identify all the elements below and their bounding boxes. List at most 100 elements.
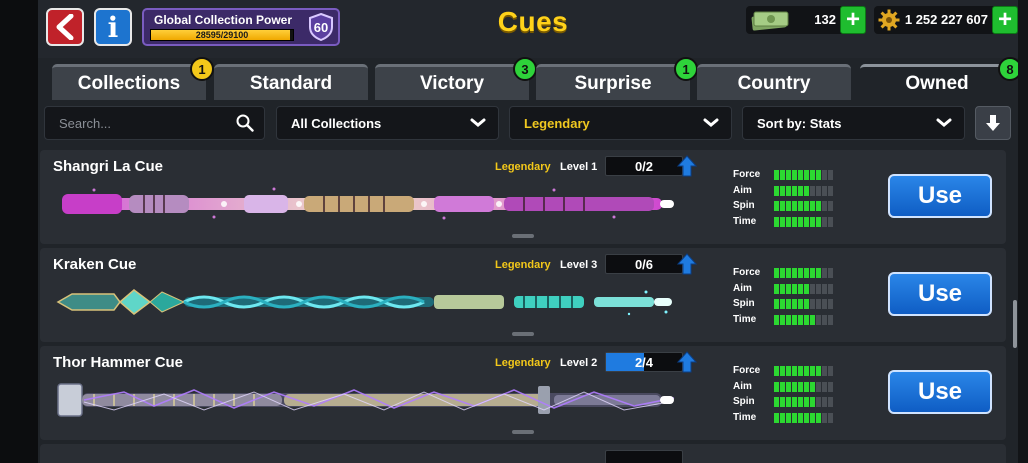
- sort-dropdown[interactable]: Sort by: Stats: [742, 106, 965, 140]
- stat-segment: [810, 170, 815, 180]
- stat-segment: [798, 283, 803, 294]
- stat-bar: [774, 170, 833, 180]
- stat-label: Aim: [733, 184, 752, 196]
- tab-country[interactable]: Country: [697, 64, 851, 100]
- add-coins-button[interactable]: +: [992, 6, 1018, 34]
- rarity-dropdown[interactable]: Legendary: [509, 106, 732, 140]
- collection-dropdown[interactable]: All Collections: [276, 106, 499, 140]
- tab-surprise[interactable]: Surprise 1: [536, 57, 698, 100]
- stat-segment: [780, 170, 785, 180]
- stat-label: Force: [733, 169, 761, 180]
- stat-segment: [792, 268, 797, 278]
- upgrade-arrow-icon[interactable]: [677, 351, 697, 373]
- stat-segment: [804, 412, 809, 423]
- stat-segment: [798, 314, 803, 325]
- stat-segment: [774, 268, 779, 278]
- search-icon: [236, 114, 254, 132]
- row-divider-handle: [512, 430, 534, 434]
- stat-segment: [798, 299, 803, 309]
- stat-segment: [792, 381, 797, 392]
- cue-row[interactable]: Kraken Cue Legendary Level 3 0/6 Force A…: [40, 248, 1006, 342]
- stat-segment: [804, 170, 809, 180]
- upgrade-pieces-count: 2/4: [634, 355, 654, 370]
- stat-segment: [774, 397, 779, 407]
- stat-segment: [810, 268, 815, 278]
- stat-label: Time: [733, 215, 757, 227]
- add-cash-button[interactable]: +: [840, 6, 866, 34]
- tab-victory[interactable]: Victory 3: [375, 57, 537, 100]
- stat-segment: [792, 283, 797, 294]
- stat-segment: [780, 381, 785, 392]
- stat-segment: [774, 299, 779, 309]
- stat-segment: [816, 412, 821, 423]
- cues-screen: i Global Collection Power 28595/29100 60…: [38, 0, 1018, 463]
- stat-segment: [816, 381, 821, 392]
- stat-segment: [816, 366, 821, 376]
- header: i Global Collection Power 28595/29100 60…: [38, 0, 1018, 58]
- stat-segment: [780, 314, 785, 325]
- stat-segment: [828, 412, 833, 423]
- stat-segment: [780, 201, 785, 211]
- stat-segment: [774, 185, 779, 196]
- cue-rarity: Legendary: [495, 161, 551, 173]
- stat-segment: [774, 283, 779, 294]
- stat-segment: [822, 314, 827, 325]
- stat-segment: [822, 185, 827, 196]
- tab-owned[interactable]: Owned 8: [860, 57, 1018, 100]
- stat-segment: [828, 201, 833, 211]
- stat-segment: [816, 170, 821, 180]
- use-cue-button[interactable]: Use: [888, 174, 992, 218]
- stat-segment: [822, 299, 827, 309]
- stat-segment: [792, 314, 797, 325]
- cue-row[interactable]: Shangri La Cue Legendary Level 1 0/2 For…: [40, 150, 1006, 244]
- stat-bar: [774, 381, 833, 392]
- stat-segment: [774, 412, 779, 423]
- use-cue-button[interactable]: Use: [888, 272, 992, 316]
- stat-segment: [828, 381, 833, 392]
- tab-standard[interactable]: Standard: [214, 64, 368, 100]
- upgrade-pieces-bar: 0/6: [605, 254, 683, 274]
- cue-name: Thor Hammer Cue: [53, 354, 184, 371]
- stat-segment: [810, 283, 815, 294]
- sort-direction-button[interactable]: [975, 106, 1011, 140]
- stat-segment: [810, 366, 815, 376]
- stat-segment: [792, 412, 797, 423]
- stat-label: Force: [733, 365, 761, 376]
- stat-segment: [810, 314, 815, 325]
- stat-segment: [804, 216, 809, 227]
- stat-segment: [786, 366, 791, 376]
- tab-label: Victory: [419, 72, 485, 94]
- sort-value: Sort by: Stats: [757, 116, 842, 131]
- stat-segment: [774, 201, 779, 211]
- cue-row[interactable]: Thor Hammer Cue Legendary Level 2 2/4 Fo: [40, 346, 1006, 440]
- stat-segment: [798, 170, 803, 180]
- cue-row-partial[interactable]: [40, 444, 1006, 463]
- stat-segment: [822, 216, 827, 227]
- upgrade-arrow-icon[interactable]: [677, 253, 697, 275]
- cue-name: Shangri La Cue: [53, 158, 164, 175]
- tab-collections[interactable]: Collections 1: [52, 57, 214, 100]
- stat-segment: [780, 268, 785, 278]
- stat-segment: [804, 366, 809, 376]
- cash-counter: 132 +: [746, 6, 866, 34]
- stat-segment: [792, 216, 797, 227]
- stat-segment: [804, 185, 809, 196]
- row-divider-handle: [512, 332, 534, 336]
- stat-segment: [786, 314, 791, 325]
- stat-segment: [798, 185, 803, 196]
- stat-segment: [804, 381, 809, 392]
- stat-segment: [798, 366, 803, 376]
- use-cue-button[interactable]: Use: [888, 370, 992, 414]
- search-input[interactable]: Search...: [44, 106, 265, 140]
- stat-segment: [822, 268, 827, 278]
- arrow-down-icon: [986, 115, 1000, 131]
- stat-segment: [816, 397, 821, 407]
- page-title: Cues: [497, 6, 569, 37]
- chevron-down-icon: [936, 118, 952, 127]
- stat-segment: [792, 170, 797, 180]
- stat-label: Spin: [733, 396, 755, 407]
- upgrade-arrow-icon[interactable]: [677, 155, 697, 177]
- scrollbar[interactable]: [1013, 300, 1017, 348]
- stat-segment: [828, 170, 833, 180]
- coin-gear-icon: [878, 9, 900, 31]
